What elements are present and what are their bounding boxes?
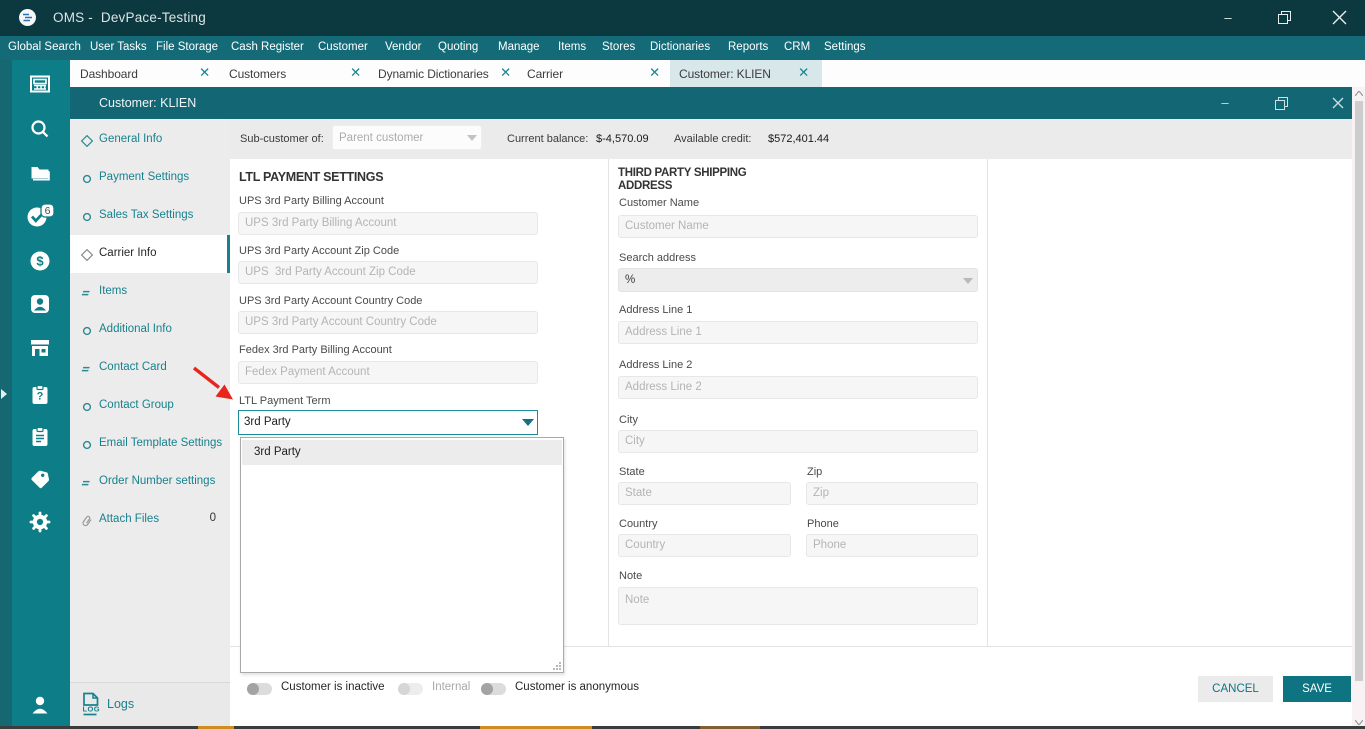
svg-text:$: $ xyxy=(36,253,44,268)
svg-text:LOG: LOG xyxy=(83,705,100,714)
svg-text:?: ? xyxy=(37,391,44,403)
svg-text:6: 6 xyxy=(45,205,51,217)
